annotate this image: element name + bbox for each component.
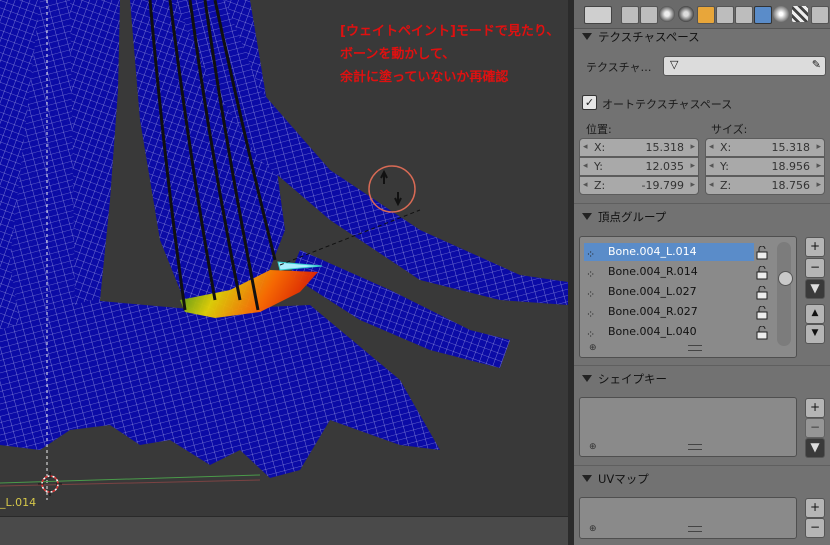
collapse-triangle-icon xyxy=(582,33,592,40)
viewport-footer xyxy=(0,516,568,545)
panel-separator xyxy=(574,203,830,204)
list-item[interactable]: ⁘ Bone.004_L.040 xyxy=(584,323,754,341)
3d-cursor-icon xyxy=(38,472,62,496)
auto-texture-space-checkbox[interactable]: ✓ xyxy=(582,95,597,110)
properties-editor: テクスチャスペース テクスチャ… ▽ ✎ ✓ オートテクスチャスペース 位置: … xyxy=(574,0,830,545)
data-icon[interactable] xyxy=(754,6,772,24)
remove-uv-map-button[interactable]: − xyxy=(805,518,825,538)
collapse-triangle-icon xyxy=(582,475,592,482)
lock-icon[interactable] xyxy=(756,246,768,260)
move-down-button[interactable]: ▼ xyxy=(805,324,825,344)
vertex-groups-panel-header[interactable]: 頂点グループ xyxy=(582,209,666,225)
list-scrollbar[interactable] xyxy=(777,242,791,346)
editor-type-icon[interactable] xyxy=(584,6,612,24)
shape-key-list[interactable]: ⊕ xyxy=(579,397,797,457)
physics-icon[interactable] xyxy=(811,6,829,24)
uv-maps-panel-header[interactable]: UVマップ xyxy=(582,471,649,487)
size-z-field[interactable]: ◂ Z: 18.756 ▸ xyxy=(705,176,825,195)
properties-header xyxy=(574,0,830,29)
size-x-field[interactable]: ◂ X: 15.318 ▸ xyxy=(705,138,825,157)
panel-separator xyxy=(574,465,830,466)
list-item[interactable]: ⁘ Bone.004_R.027 xyxy=(584,303,754,321)
size-y-field[interactable]: ◂ Y: 18.956 ▸ xyxy=(705,157,825,176)
vertex-group-icon: ⁘ xyxy=(586,248,596,261)
location-y-field[interactable]: ◂ Y: 12.035 ▸ xyxy=(579,157,699,176)
remove-shape-key-button[interactable]: − xyxy=(805,418,825,438)
scrollbar-handle[interactable] xyxy=(778,271,793,286)
lock-icon[interactable] xyxy=(756,266,768,280)
location-x-field[interactable]: ◂ X: 15.318 ▸ xyxy=(579,138,699,157)
resize-grip-icon[interactable] xyxy=(688,526,702,532)
mesh-strand xyxy=(0,300,440,478)
eyedropper-icon[interactable]: ✎ xyxy=(812,58,821,71)
vertex-group-specials-button[interactable]: ▼ xyxy=(805,279,825,299)
annotation-line-2: ボーンを動かして、 xyxy=(340,47,456,62)
vertex-group-icon: ⁘ xyxy=(586,268,596,281)
active-bone-label: _L.014 xyxy=(0,496,37,509)
world-settings-icon[interactable] xyxy=(678,6,694,22)
annotation-line-1: [ウェイトペイント]モードで見たり、 xyxy=(340,24,560,39)
lock-icon[interactable] xyxy=(756,306,768,320)
scene-icon[interactable] xyxy=(640,6,658,24)
panel-separator xyxy=(574,365,830,366)
object-icon[interactable] xyxy=(697,6,715,24)
resize-grip-icon[interactable] xyxy=(688,444,702,450)
render-icon[interactable] xyxy=(621,6,639,24)
list-item[interactable]: ⁘ Bone.004_R.014 xyxy=(584,263,754,281)
3d-viewport[interactable]: [ウェイトペイント]モードで見たり、 ボーンを動かして、 余計に塗っていないか再… xyxy=(0,0,568,545)
texture-label: テクスチャ… xyxy=(586,61,652,74)
vertex-group-icon: ⁘ xyxy=(586,308,596,321)
vertex-group-icon: ⁘ xyxy=(586,288,596,301)
vertex-group-list[interactable]: ⁘ Bone.004_L.014 ⁘ Bone.004_R.014 ⁘ Bone.00… xyxy=(579,236,797,358)
move-up-button[interactable]: ▲ xyxy=(805,304,825,324)
add-shape-key-button[interactable]: + xyxy=(805,398,825,418)
remove-vertex-group-button[interactable]: − xyxy=(805,258,825,278)
uv-map-list[interactable]: ⊕ xyxy=(579,497,797,539)
lock-icon[interactable] xyxy=(756,286,768,300)
world-icon[interactable] xyxy=(659,6,675,22)
modifier-icon[interactable] xyxy=(735,6,753,24)
shape-key-specials-button[interactable]: ▼ xyxy=(805,438,825,458)
vertex-group-icon: ⁘ xyxy=(586,328,596,341)
size-label: サイズ: xyxy=(711,123,748,136)
filter-options-icon[interactable]: ⊕ xyxy=(589,524,597,534)
shape-keys-panel-header[interactable]: シェイプキー xyxy=(582,371,667,387)
constraint-icon[interactable] xyxy=(716,6,734,24)
auto-texture-space-label: オートテクスチャスペース xyxy=(602,98,733,111)
material-icon[interactable] xyxy=(773,6,789,22)
collapse-triangle-icon xyxy=(582,213,592,220)
texture-space-panel-header[interactable]: テクスチャスペース xyxy=(582,29,700,45)
annotation-line-3: 余計に塗っていないか再確認 xyxy=(340,70,509,85)
filter-options-icon[interactable]: ⊕ xyxy=(589,442,597,452)
texture-mesh-field[interactable]: ▽ ✎ xyxy=(663,56,826,76)
lock-icon[interactable] xyxy=(756,326,768,340)
resize-grip-icon[interactable] xyxy=(688,345,702,351)
location-label: 位置: xyxy=(586,123,612,136)
add-vertex-group-button[interactable]: + xyxy=(805,237,825,257)
add-uv-map-button[interactable]: + xyxy=(805,498,825,518)
mesh-data-icon: ▽ xyxy=(670,58,679,71)
filter-options-icon[interactable]: ⊕ xyxy=(589,343,597,353)
rotate-gizmo-icon xyxy=(368,165,416,213)
collapse-triangle-icon xyxy=(582,375,592,382)
texture-icon[interactable] xyxy=(792,6,808,22)
list-item[interactable]: ⁘ Bone.004_L.027 xyxy=(584,283,754,301)
location-z-field[interactable]: ◂ Z: -19.799 ▸ xyxy=(579,176,699,195)
list-item[interactable]: ⁘ Bone.004_L.014 xyxy=(584,243,754,261)
